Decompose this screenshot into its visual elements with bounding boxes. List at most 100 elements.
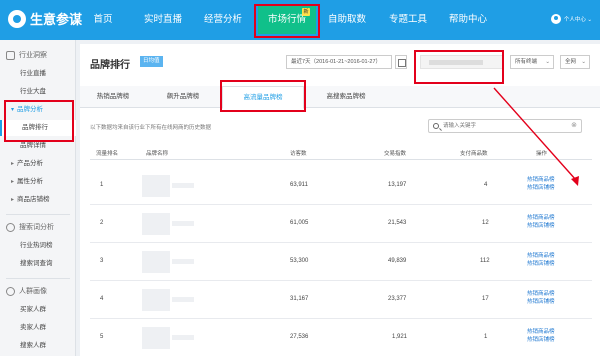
- rank-cell: 4: [100, 296, 104, 302]
- sidebar-item-attribute-analysis[interactable]: 属性分析: [0, 174, 76, 190]
- rank-cell: 3: [100, 258, 104, 264]
- tab-high-search-brands[interactable]: 高搜索品牌榜: [306, 86, 386, 108]
- hot-shops-link[interactable]: 热销店铺榜: [527, 185, 577, 193]
- tab-rising-brands[interactable]: 飙升品牌榜: [148, 86, 218, 108]
- paid-items-cell: 12: [482, 220, 489, 226]
- column-header-paid-items[interactable]: 支付商品数: [460, 149, 488, 157]
- table-row: 4 31,167 23,377 17 热销商品榜 热销店铺榜: [90, 281, 592, 319]
- keyword-search-input[interactable]: [443, 121, 563, 131]
- chevron-down-icon: ⌄: [581, 59, 586, 65]
- rank-cell: 5: [100, 334, 104, 340]
- user-center-menu[interactable]: 个人中心 ⌄: [550, 14, 592, 24]
- brand-name-blurred[interactable]: [142, 327, 194, 349]
- sidebar-item-word-query[interactable]: 搜索词查询: [0, 256, 76, 272]
- sidebar-item-search-crowd[interactable]: 搜索人群: [0, 338, 76, 354]
- sidebar-section-industry: 行业洞察: [6, 50, 47, 60]
- brand-name-blurred[interactable]: [142, 251, 194, 273]
- category-select-blurred[interactable]: [420, 55, 504, 69]
- rank-cell: 1: [100, 182, 104, 188]
- table-row: 3 53,300 49,839 112 热销商品榜 热销店铺榜: [90, 243, 592, 281]
- table-row: 2 61,005 21,543 12 热销商品榜 热销店铺榜: [90, 205, 592, 243]
- paid-items-cell: 1: [484, 334, 488, 340]
- sidebar-item-product-analysis[interactable]: 产品分析: [0, 156, 76, 172]
- row-actions: 热销商品榜 热销店铺榜: [527, 177, 577, 192]
- paid-items-cell: 17: [482, 296, 489, 302]
- brand-name-blurred[interactable]: [142, 213, 194, 235]
- trade-index-cell: 49,839: [388, 258, 407, 264]
- trade-index-cell: 21,543: [388, 220, 407, 226]
- column-header-brand: 品牌名称: [146, 151, 169, 157]
- nav-realtime[interactable]: 实时直播: [140, 0, 186, 40]
- new-badge: 新: [302, 8, 310, 16]
- row-actions: 热销商品榜 热销店铺榜: [527, 253, 577, 268]
- visitors-cell: 61,005: [290, 220, 309, 226]
- terminal-select[interactable]: 所有终端 ⌄: [510, 55, 554, 69]
- tab-high-traffic-brands[interactable]: 高流量品牌榜: [222, 86, 304, 109]
- trade-index-cell: 1,921: [392, 334, 408, 340]
- brand-name-blurred[interactable]: [142, 175, 194, 197]
- terminal-select-value: 所有终端: [515, 59, 538, 65]
- trade-index-cell: 13,197: [388, 182, 407, 188]
- region-select-value: 全网: [565, 59, 577, 65]
- rank-cell: 2: [100, 220, 104, 226]
- nav-operation-analysis[interactable]: 经营分析: [200, 0, 246, 40]
- column-header-actions: 操作: [536, 151, 548, 157]
- page-title: 品牌排行: [90, 60, 130, 71]
- hot-products-link[interactable]: 热销商品榜: [527, 177, 577, 185]
- calendar-icon[interactable]: [395, 55, 407, 69]
- user-center-label: 个人中心 ⌄: [563, 17, 592, 23]
- region-select[interactable]: 全网 ⌄: [560, 55, 590, 69]
- nav-self-service-data[interactable]: 自助取数: [324, 0, 370, 40]
- column-header-visitors[interactable]: 访客数: [290, 149, 307, 157]
- date-range-select[interactable]: 最近7天（2016-01-21~2016-01-27）: [286, 55, 392, 69]
- visitors-cell: 27,536: [290, 334, 309, 340]
- visitors-cell: 31,167: [290, 296, 309, 302]
- sidebar-item-brand-rank[interactable]: 品牌排行: [0, 120, 76, 136]
- nav-home[interactable]: 首页: [88, 0, 118, 40]
- table-header: 流量排名 品牌名称 访客数 交易指数 支付商品数 操作: [90, 146, 592, 160]
- hot-shops-link[interactable]: 热销店铺榜: [527, 261, 577, 269]
- column-header-rank: 流量排名: [96, 151, 119, 157]
- avatar-icon: [550, 14, 561, 24]
- row-actions: 热销商品榜 热销店铺榜: [527, 329, 577, 344]
- main-panel: 品牌排行 日均值 最近7天（2016-01-21~2016-01-27） 所有终…: [80, 44, 600, 356]
- nav-market-trends[interactable]: 市场行情 新: [258, 6, 316, 34]
- hot-products-link[interactable]: 热销商品榜: [527, 215, 577, 223]
- sidebar-divider: [6, 214, 70, 215]
- sidebar-item-product-shop-rank[interactable]: 商品店铺榜: [0, 192, 76, 208]
- paid-items-cell: 112: [480, 258, 490, 264]
- sidebar-item-buyer-crowd[interactable]: 买家人群: [0, 302, 76, 318]
- logo-text: 生意参谋: [30, 12, 83, 27]
- section-industry-label: 行业洞察: [19, 52, 47, 59]
- clear-icon[interactable]: ⊗: [571, 121, 577, 131]
- table-row: 1 63,911 13,197 4 热销商品榜 热销店铺榜: [90, 167, 592, 205]
- table-row: 5 27,536 1,921 1 热销商品榜 热销店铺榜: [90, 319, 592, 356]
- sidebar-item-brand-detail[interactable]: 品牌详情: [0, 138, 76, 154]
- column-header-trade-index[interactable]: 交易指数: [384, 149, 406, 157]
- logo[interactable]: 生意参谋: [8, 9, 82, 28]
- sidebar-item-seller-crowd[interactable]: 卖家人群: [0, 320, 76, 336]
- nav-help-center[interactable]: 帮助中心: [445, 0, 491, 40]
- trade-index-cell: 23,377: [388, 296, 407, 302]
- hot-products-link[interactable]: 热销商品榜: [527, 253, 577, 261]
- brand-name-blurred[interactable]: [142, 289, 194, 311]
- sidebar-item-industry-live[interactable]: 行业直播: [0, 66, 76, 82]
- sidebar-item-brand-analysis[interactable]: 品牌分析: [0, 102, 76, 118]
- hot-shops-link[interactable]: 热销店铺榜: [527, 299, 577, 307]
- data-source-note: 以下数据均来自该行业下所有在线网商的历史数据: [90, 125, 212, 131]
- hot-products-link[interactable]: 热销商品榜: [527, 329, 577, 337]
- visitors-cell: 53,300: [290, 258, 309, 264]
- chevron-down-icon: ⌄: [545, 59, 550, 65]
- search-icon: [433, 123, 439, 129]
- visitors-cell: 63,911: [290, 182, 308, 188]
- hot-shops-link[interactable]: 热销店铺榜: [527, 223, 577, 231]
- nav-topic-tools[interactable]: 专题工具: [385, 0, 431, 40]
- hot-products-link[interactable]: 热销商品榜: [527, 291, 577, 299]
- sidebar-item-industry-overview[interactable]: 行业大盘: [0, 84, 76, 100]
- crowd-icon: [6, 286, 15, 296]
- top-navigation-bar: 生意参谋 首页 实时直播 经营分析 市场行情 新 自助取数 专题工具 帮助中心 …: [0, 0, 600, 40]
- paid-items-cell: 4: [484, 182, 488, 188]
- tab-hot-sale-brands[interactable]: 热销品牌榜: [80, 86, 146, 108]
- hot-shops-link[interactable]: 热销店铺榜: [527, 337, 577, 345]
- sidebar-item-hot-words[interactable]: 行业热词榜: [0, 238, 76, 254]
